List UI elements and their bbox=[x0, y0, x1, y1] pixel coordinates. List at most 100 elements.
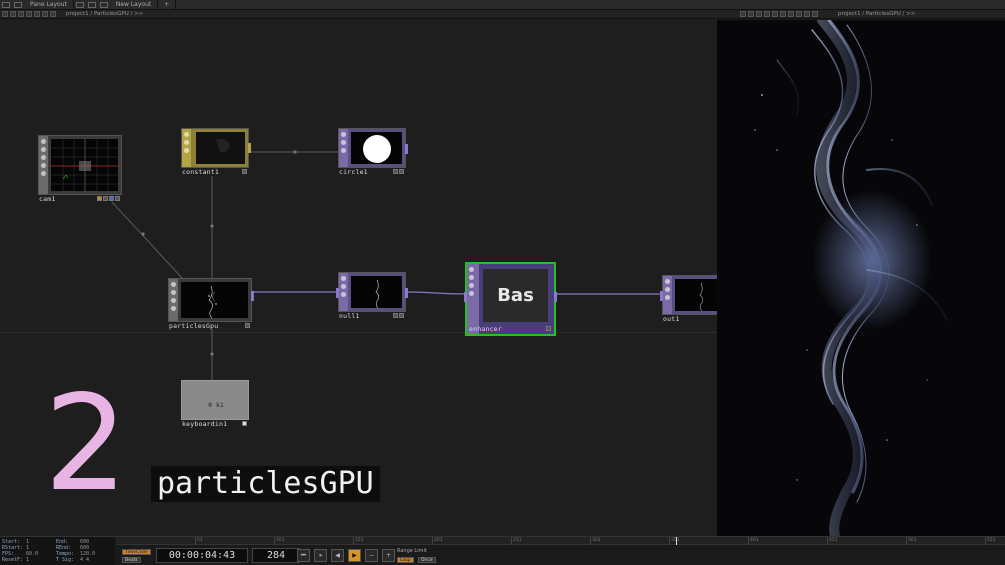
split-icon[interactable] bbox=[87, 1, 96, 8]
grid-icon[interactable] bbox=[50, 11, 56, 17]
node-flags-strip[interactable] bbox=[182, 129, 191, 167]
node-flags[interactable] bbox=[393, 313, 404, 318]
node-constant1[interactable]: constant1 bbox=[181, 128, 251, 176]
node-flags[interactable] bbox=[242, 421, 247, 426]
output-viewer[interactable] bbox=[717, 20, 1005, 536]
home-icon[interactable] bbox=[780, 11, 786, 17]
node-label[interactable]: cam1 bbox=[39, 195, 55, 203]
list-icon[interactable] bbox=[42, 11, 48, 17]
node-input-connector[interactable] bbox=[336, 288, 339, 298]
gear-icon bbox=[469, 267, 474, 272]
tab-pane-layout[interactable]: Pane Layout bbox=[24, 0, 74, 10]
ruler-tick-label: 151 bbox=[355, 538, 364, 543]
node-enhancer[interactable]: Bas enhancer bbox=[464, 262, 557, 336]
node-null1[interactable]: null1 bbox=[336, 272, 408, 320]
forward-icon[interactable] bbox=[772, 11, 778, 17]
network-nav-buttons[interactable] bbox=[2, 11, 56, 17]
node-flags-strip[interactable] bbox=[39, 136, 48, 194]
ruler-tick bbox=[195, 537, 196, 545]
pencil-icon bbox=[171, 290, 176, 295]
node-out1[interactable]: out1 bbox=[660, 275, 717, 323]
list-icon[interactable] bbox=[804, 11, 810, 17]
node-label[interactable]: enhancer bbox=[469, 325, 502, 333]
resetf-value[interactable]: 1 bbox=[26, 557, 29, 563]
node-output-connector[interactable] bbox=[405, 288, 408, 298]
node-flags[interactable] bbox=[393, 169, 404, 174]
node-output-connector[interactable] bbox=[405, 144, 408, 154]
particle-ribbon-render bbox=[754, 20, 948, 536]
once-button[interactable]: Once bbox=[418, 557, 436, 563]
eye-icon bbox=[171, 306, 176, 311]
settings-icon[interactable] bbox=[740, 11, 746, 17]
node-flags[interactable] bbox=[245, 323, 250, 328]
node-flags[interactable] bbox=[97, 196, 120, 201]
eye-icon bbox=[41, 171, 46, 176]
node-label[interactable]: null1 bbox=[339, 312, 360, 320]
node-label[interactable]: particlesGpu bbox=[169, 322, 218, 330]
play-forward-icon[interactable]: ▶ bbox=[348, 549, 361, 562]
node-label[interactable]: constant1 bbox=[182, 168, 219, 176]
gear-icon bbox=[665, 279, 670, 284]
node-particlesGpu[interactable]: particlesGpu bbox=[168, 278, 254, 330]
close-icon bbox=[171, 298, 176, 303]
layout-icon[interactable] bbox=[2, 1, 10, 8]
add-icon[interactable] bbox=[34, 11, 40, 17]
display-icon[interactable] bbox=[756, 11, 762, 17]
gear-icon bbox=[341, 132, 346, 137]
back-icon[interactable] bbox=[2, 11, 8, 17]
home-icon[interactable] bbox=[14, 1, 22, 8]
timecode-toggle[interactable]: TimeCode bbox=[122, 549, 151, 555]
beats-toggle[interactable]: Beats bbox=[122, 557, 141, 563]
add-icon[interactable] bbox=[796, 11, 802, 17]
home-icon[interactable] bbox=[18, 11, 24, 17]
node-label[interactable]: circle1 bbox=[339, 168, 368, 176]
viewer-nav-buttons[interactable] bbox=[740, 11, 818, 17]
node-flags-strip[interactable] bbox=[339, 273, 348, 311]
node-keyboardin1[interactable]: 0 k1 keyboardin1 bbox=[181, 380, 249, 428]
up-icon[interactable] bbox=[26, 11, 32, 17]
node-input-connector[interactable] bbox=[660, 291, 663, 301]
step-back-icon[interactable]: − bbox=[365, 549, 378, 562]
forward-icon[interactable] bbox=[10, 11, 16, 17]
node-flags-strip[interactable] bbox=[339, 129, 348, 167]
rewind-icon[interactable]: ⏮ bbox=[297, 549, 310, 562]
play-backward-icon[interactable]: ◀ bbox=[331, 549, 344, 562]
node-output-connector[interactable] bbox=[251, 291, 254, 301]
loop-button[interactable]: Loop bbox=[397, 557, 414, 563]
up-icon[interactable] bbox=[788, 11, 794, 17]
pin-icon[interactable] bbox=[748, 11, 754, 17]
pause-icon[interactable]: ⏸ bbox=[314, 549, 327, 562]
add-tab-button[interactable]: + bbox=[158, 0, 177, 10]
ruler-tick bbox=[748, 537, 749, 545]
node-viewer bbox=[181, 282, 248, 319]
node-label[interactable]: out1 bbox=[663, 315, 679, 323]
network-path[interactable]: project1 / ParticlesGPU / >> bbox=[66, 11, 143, 17]
particles-preview bbox=[208, 285, 217, 319]
node-cam1[interactable]: cam1 bbox=[38, 135, 122, 203]
grid-icon[interactable] bbox=[812, 11, 818, 17]
playhead[interactable] bbox=[676, 537, 677, 545]
gear-icon bbox=[171, 282, 176, 287]
node-viewer bbox=[51, 139, 120, 193]
node-output-connector[interactable] bbox=[248, 143, 251, 153]
split-icon[interactable] bbox=[75, 1, 84, 8]
node-flags[interactable] bbox=[242, 169, 247, 174]
viewer-path[interactable]: project1 / ParticlesGPU / >> bbox=[838, 11, 915, 17]
node-output-connector[interactable] bbox=[554, 292, 557, 302]
gear-icon bbox=[184, 132, 189, 137]
node-flags-strip[interactable] bbox=[467, 264, 479, 334]
tab-new-layout[interactable]: New Layout bbox=[110, 0, 159, 10]
node-flags[interactable] bbox=[546, 326, 551, 331]
step-forward-icon[interactable]: + bbox=[382, 549, 395, 562]
node-circle1[interactable]: circle1 bbox=[338, 128, 408, 176]
node-label[interactable]: keyboardin1 bbox=[182, 420, 227, 428]
timecode-display[interactable]: 00:00:04:43 bbox=[156, 548, 248, 563]
back-icon[interactable] bbox=[764, 11, 770, 17]
timeline-ruler[interactable]: 51101151201251301351401451501551 bbox=[116, 537, 1005, 545]
node-input-connector[interactable] bbox=[464, 292, 467, 302]
split-icon[interactable] bbox=[99, 1, 108, 8]
node-flags-strip[interactable] bbox=[169, 279, 178, 321]
node-flags-strip[interactable] bbox=[663, 276, 672, 314]
frame-field[interactable]: 284 bbox=[252, 548, 300, 563]
tsig-value[interactable]: 4 4 bbox=[80, 557, 89, 563]
